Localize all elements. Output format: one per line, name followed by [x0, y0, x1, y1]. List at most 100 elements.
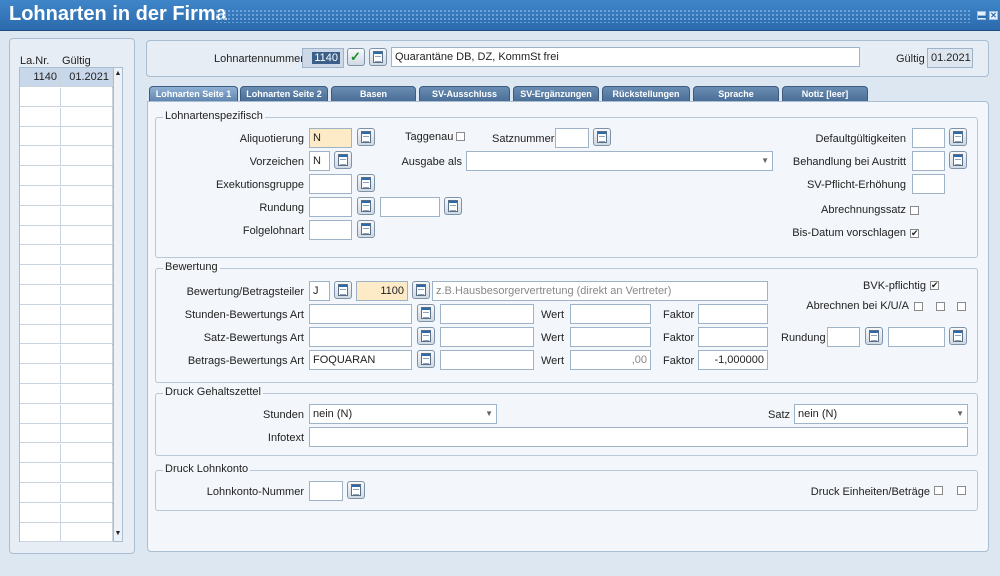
tab-2[interactable]: Basen: [331, 86, 416, 102]
rundung-lookup-button-2[interactable]: [444, 197, 462, 215]
confirm-button[interactable]: ✓: [347, 48, 365, 66]
list-cell-gueltig[interactable]: [61, 424, 113, 444]
rundung-lookup-button[interactable]: [357, 197, 375, 215]
list-cell-nr[interactable]: 1140: [20, 68, 61, 87]
betragsteiler-nr-lookup-button[interactable]: [412, 281, 430, 299]
tab-3[interactable]: SV-Ausschluss: [419, 86, 510, 102]
tab-7[interactable]: Notiz [leer]: [782, 86, 868, 102]
betragsteiler-nr-field[interactable]: 1100: [356, 281, 408, 301]
list-cell-gueltig[interactable]: [61, 404, 113, 424]
list-cell-nr[interactable]: [20, 285, 61, 305]
lohnkonto-nummer-lookup-button[interactable]: [347, 481, 365, 499]
tab-5[interactable]: Rückstellungen: [602, 86, 690, 102]
list-cell-nr[interactable]: [20, 127, 61, 147]
stunden-bewertung-lookup-button[interactable]: [417, 304, 435, 322]
abrechnen-k-checkbox[interactable]: [914, 302, 923, 311]
folgelohnart-field[interactable]: [309, 220, 352, 240]
vorzeichen-lookup-button[interactable]: [334, 151, 352, 169]
list-cell-gueltig[interactable]: [61, 87, 113, 107]
list-cell-gueltig[interactable]: [61, 127, 113, 147]
betrags-bewertung-text[interactable]: [440, 350, 534, 370]
list-cell-nr[interactable]: [20, 365, 61, 384]
list-cell-nr[interactable]: [20, 325, 61, 345]
list-cell-nr[interactable]: [20, 226, 61, 246]
list-cell-gueltig[interactable]: [61, 206, 113, 226]
list-cell-gueltig[interactable]: [61, 365, 113, 384]
list-cell-nr[interactable]: [20, 246, 61, 266]
satznummer-field[interactable]: [555, 128, 589, 148]
betraege-checkbox[interactable]: [957, 486, 966, 495]
list-cell-gueltig[interactable]: 01.2021: [61, 68, 113, 87]
list-cell-gueltig[interactable]: [61, 167, 113, 186]
list-cell-nr[interactable]: [20, 87, 61, 107]
abrechnen-a-checkbox[interactable]: [957, 302, 966, 311]
bezeichnung-field[interactable]: Quarantäne DB, DZ, KommSt frei: [391, 47, 860, 67]
scroll-down-icon[interactable]: ▼: [114, 529, 122, 539]
lohnkonto-nummer-field[interactable]: [309, 481, 343, 501]
gehalt-stunden-dropdown[interactable]: nein (N) ▼: [309, 404, 497, 424]
betrags-faktor-field[interactable]: -1,000000: [698, 350, 768, 370]
betrags-wert-field[interactable]: ,00: [570, 350, 651, 370]
betrags-bewertung-lookup-button[interactable]: [417, 350, 435, 368]
bewertung-rundung-field[interactable]: [827, 327, 860, 347]
tab-4[interactable]: SV-Ergänzungen: [513, 86, 599, 102]
list-cell-nr[interactable]: [20, 483, 61, 503]
list-cell-gueltig[interactable]: [61, 384, 113, 404]
abrechnen-u-checkbox[interactable]: [936, 302, 945, 311]
tab-6[interactable]: Sprache: [693, 86, 779, 102]
rundung-field-2[interactable]: [380, 197, 440, 217]
list-cell-nr[interactable]: [20, 503, 61, 523]
bewertung-rundung-lookup-button[interactable]: [865, 327, 883, 345]
stunden-bewertung-text[interactable]: [440, 304, 534, 324]
list-cell-gueltig[interactable]: [61, 147, 113, 167]
lookup-button[interactable]: [369, 48, 387, 66]
list-cell-nr[interactable]: [20, 266, 61, 285]
tab-0[interactable]: Lohnarten Seite 1: [149, 86, 238, 102]
folgelohnart-lookup-button[interactable]: [357, 220, 375, 238]
list-cell-gueltig[interactable]: [61, 345, 113, 365]
behandlung-field[interactable]: [912, 151, 945, 171]
abrechnungssatz-checkbox[interactable]: [910, 206, 919, 215]
gehalt-satz-dropdown[interactable]: nein (N) ▼: [794, 404, 968, 424]
list-cell-gueltig[interactable]: [61, 226, 113, 246]
aliquotierung-lookup-button[interactable]: [357, 128, 375, 146]
taggenau-checkbox[interactable]: [456, 132, 465, 141]
list-cell-gueltig[interactable]: [61, 285, 113, 305]
list-cell-gueltig[interactable]: [61, 483, 113, 503]
list-cell-nr[interactable]: [20, 464, 61, 483]
betragsteiler-field[interactable]: J: [309, 281, 330, 301]
ausgabe-dropdown[interactable]: ▼: [466, 151, 773, 171]
bvk-checkbox[interactable]: ✔: [930, 281, 939, 290]
scroll-up-icon[interactable]: ▲: [114, 69, 122, 79]
list-cell-nr[interactable]: [20, 305, 61, 325]
satz-faktor-field[interactable]: [698, 327, 768, 347]
aliquotierung-field[interactable]: N: [309, 128, 352, 148]
bewertung-rundung-lookup-button-2[interactable]: [949, 327, 967, 345]
rundung-field[interactable]: [309, 197, 352, 217]
bewertung-rundung-field-2[interactable]: [888, 327, 945, 347]
minimize-icon[interactable]: ▬: [977, 11, 986, 20]
list-cell-gueltig[interactable]: [61, 305, 113, 325]
list-cell-gueltig[interactable]: [61, 523, 113, 543]
list-cell-gueltig[interactable]: [61, 266, 113, 285]
exekutionsgruppe-field[interactable]: [309, 174, 352, 194]
list-scrollbar[interactable]: [113, 67, 123, 542]
list-cell-gueltig[interactable]: [61, 503, 113, 523]
betragsteiler-lookup-button[interactable]: [334, 281, 352, 299]
list-cell-nr[interactable]: [20, 384, 61, 404]
bisdatum-checkbox[interactable]: ✔: [910, 229, 919, 238]
defaultgueltigkeiten-lookup-button[interactable]: [949, 128, 967, 146]
einheiten-checkbox[interactable]: [934, 486, 943, 495]
vorzeichen-field[interactable]: N: [309, 151, 330, 171]
betragsteiler-text-field[interactable]: z.B.Hausbesorgervertretung (direkt an Ve…: [432, 281, 768, 301]
list-cell-nr[interactable]: [20, 345, 61, 365]
list-cell-nr[interactable]: [20, 404, 61, 424]
lohnartennummer-field[interactable]: 1140: [302, 48, 344, 68]
betrags-bewertung-field[interactable]: FOQUARAN: [309, 350, 412, 370]
close-icon[interactable]: ✕: [989, 11, 998, 20]
list-cell-gueltig[interactable]: [61, 246, 113, 266]
tab-1[interactable]: Lohnarten Seite 2: [240, 86, 328, 102]
stunden-bewertung-field[interactable]: [309, 304, 412, 324]
list-cell-nr[interactable]: [20, 147, 61, 167]
stunden-wert-field[interactable]: [570, 304, 651, 324]
